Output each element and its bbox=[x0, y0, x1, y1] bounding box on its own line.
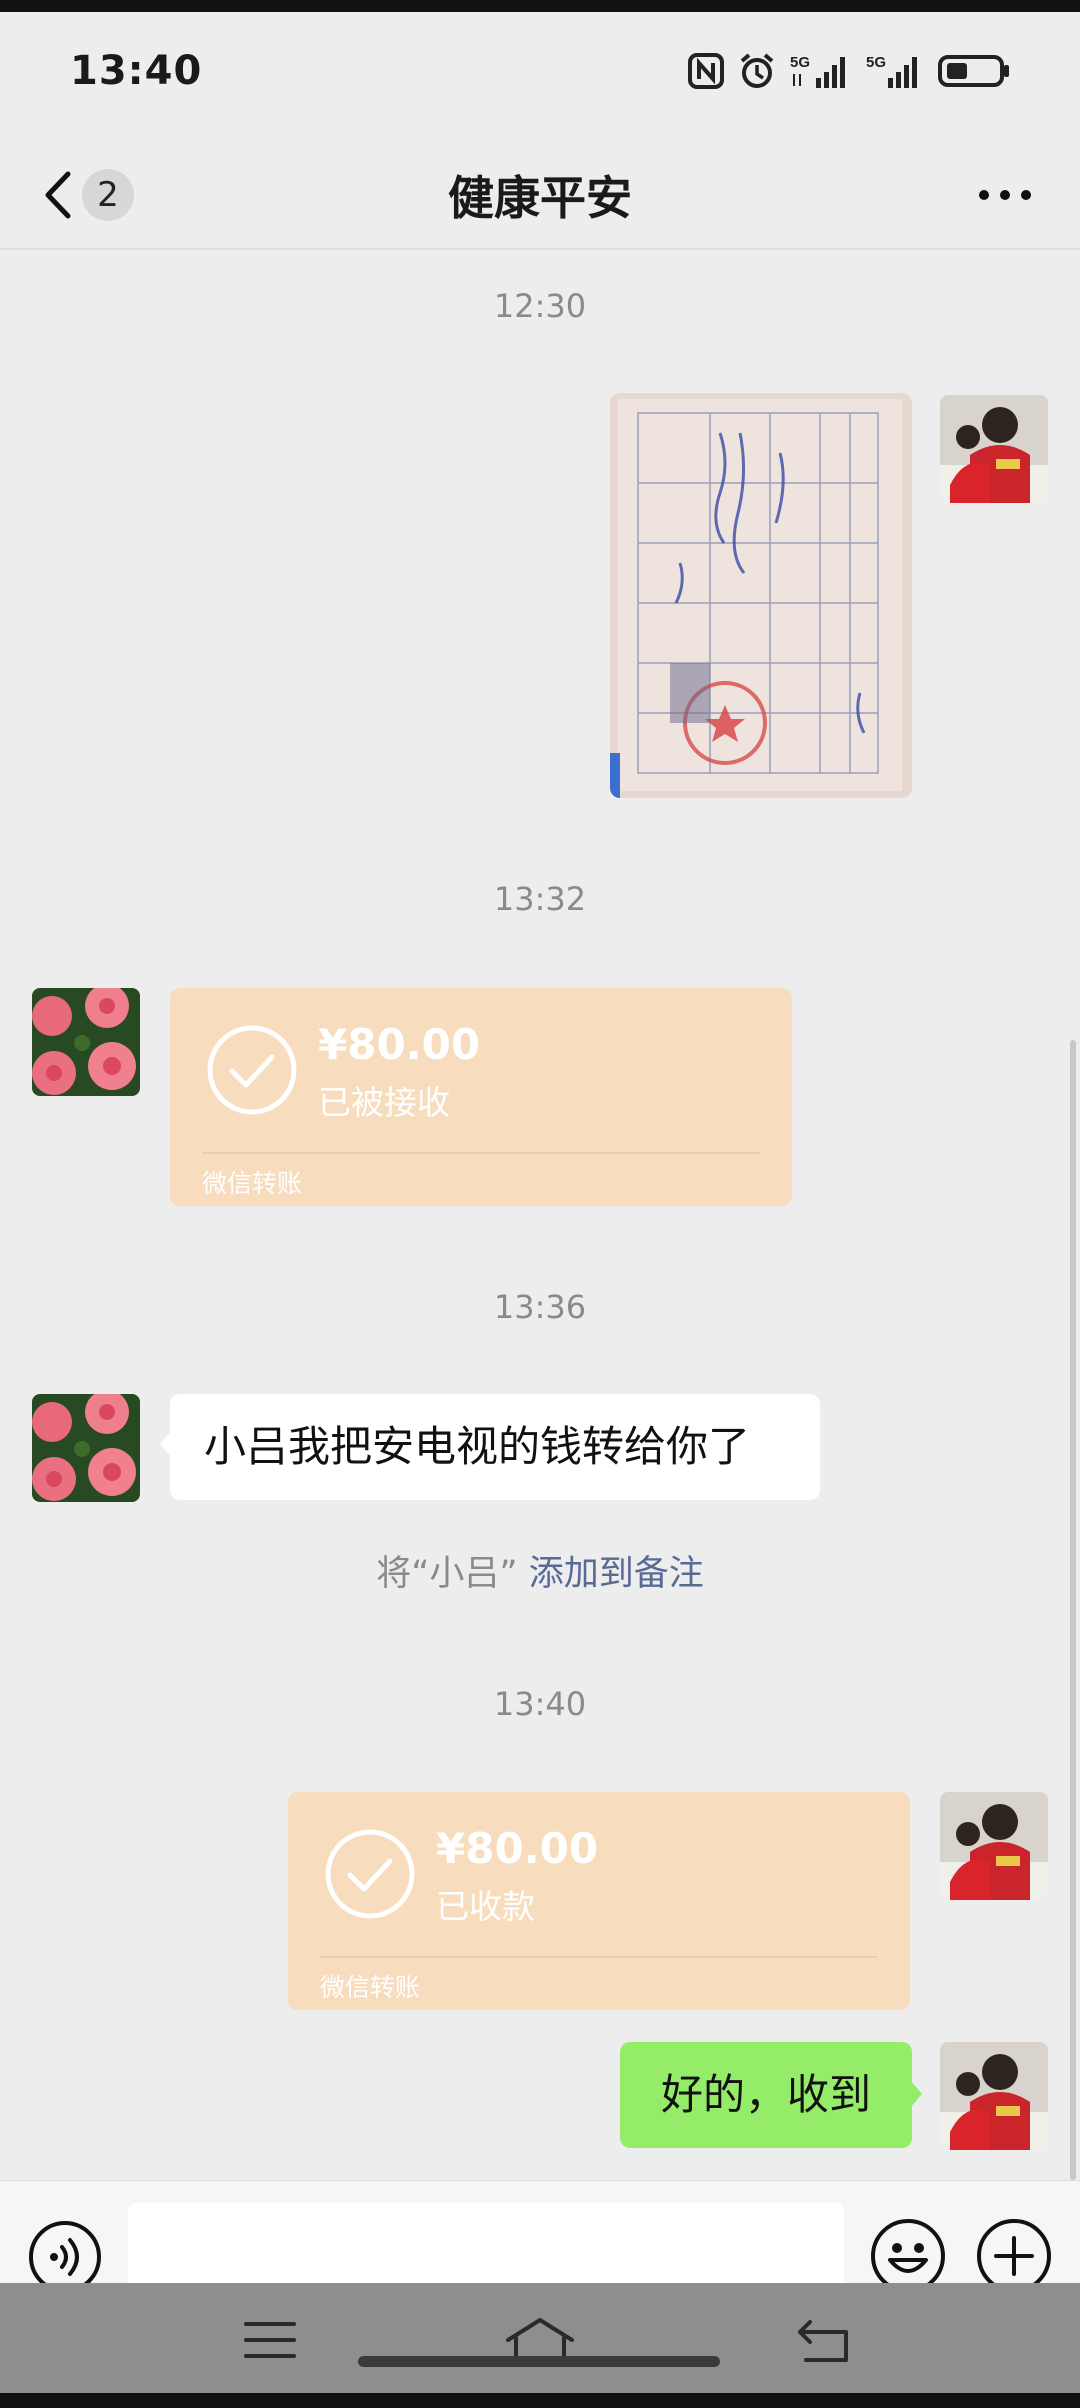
alarm-icon bbox=[738, 52, 776, 90]
menu-icon bbox=[244, 2322, 296, 2358]
transfer-card-collected[interactable]: ¥80.00 已收款 微信转账 bbox=[288, 1792, 910, 2010]
nfc-icon bbox=[688, 52, 724, 90]
network-label: 5G bbox=[866, 54, 886, 71]
timestamp: 13:40 bbox=[493, 1685, 587, 1723]
menu-button[interactable] bbox=[244, 2320, 296, 2364]
bubble-tail bbox=[910, 2080, 922, 2108]
check-circle-icon bbox=[325, 1829, 415, 1919]
receipt-image-message[interactable] bbox=[610, 393, 912, 798]
contact-avatar[interactable] bbox=[32, 1394, 140, 1502]
transfer-amount: ¥80.00 bbox=[436, 1824, 599, 1873]
5g-signal-icon: 5G bbox=[790, 52, 852, 90]
add-remark-link[interactable]: 添加到备注 bbox=[529, 1554, 704, 1594]
transfer-divider bbox=[202, 1152, 760, 1154]
message-bubble[interactable]: 小吕我把安电视的钱转给你了 bbox=[170, 1394, 820, 1500]
transfer-divider bbox=[320, 1956, 878, 1958]
chat-header: 2 健康平安 bbox=[0, 140, 1080, 250]
5g-signal-icon: 5G bbox=[866, 52, 924, 90]
home-indicator[interactable] bbox=[358, 2356, 720, 2367]
screen-edge bbox=[0, 2393, 1080, 2408]
contact-avatar[interactable] bbox=[32, 988, 140, 1096]
system-note: 将“小吕” 添加到备注 bbox=[0, 1545, 1080, 1596]
transfer-footer: 微信转账 bbox=[202, 1169, 303, 1198]
back-nav-button[interactable] bbox=[796, 2318, 852, 2368]
network-label: 5G bbox=[790, 54, 810, 71]
timestamp: 12:30 bbox=[493, 287, 587, 325]
status-icons: 5G 5G bbox=[688, 52, 1010, 90]
transfer-footer: 微信转账 bbox=[320, 1973, 421, 2002]
more-dots-icon bbox=[979, 190, 1031, 200]
self-avatar[interactable] bbox=[940, 2042, 1048, 2150]
status-time: 13:40 bbox=[70, 48, 203, 94]
check-circle-icon bbox=[207, 1025, 297, 1115]
self-avatar[interactable] bbox=[940, 395, 1048, 503]
chat-title: 健康平安 bbox=[448, 171, 632, 225]
transfer-status: 已被接收 bbox=[318, 1083, 450, 1122]
self-avatar[interactable] bbox=[940, 1792, 1048, 1900]
system-note-text: 将“小吕” bbox=[376, 1554, 518, 1594]
message-bubble[interactable]: 好的，收到 bbox=[620, 2042, 912, 2148]
timestamp: 13:36 bbox=[493, 1288, 587, 1326]
more-button[interactable] bbox=[970, 160, 1040, 230]
transfer-amount: ¥80.00 bbox=[318, 1020, 481, 1069]
battery-icon bbox=[938, 52, 1010, 90]
screen-edge bbox=[0, 0, 1080, 12]
timestamp: 13:32 bbox=[493, 880, 587, 918]
chat-scrollbar[interactable] bbox=[1070, 1040, 1076, 2180]
transfer-status: 已收款 bbox=[436, 1887, 535, 1926]
transfer-card-received[interactable]: ¥80.00 已被接收 微信转账 bbox=[170, 988, 792, 1206]
back-icon bbox=[798, 2320, 848, 2362]
